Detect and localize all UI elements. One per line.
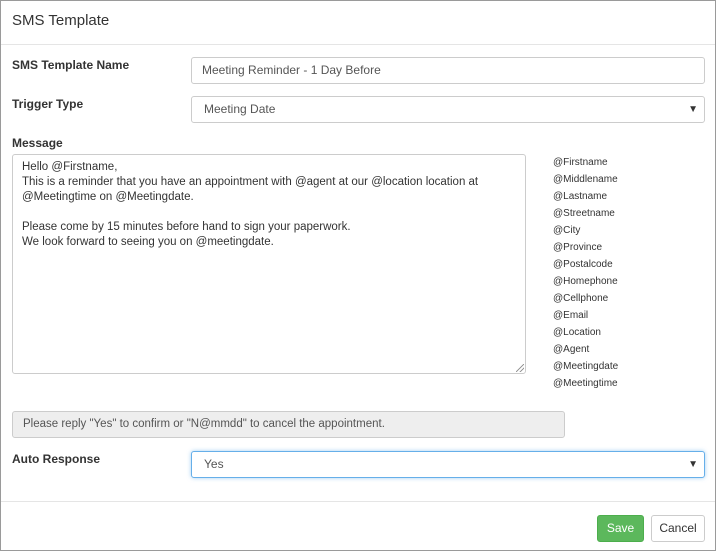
chevron-down-icon: ▼ <box>688 104 698 115</box>
placeholder-item: @Meetingtime <box>553 378 618 389</box>
resize-grip-icon[interactable] <box>516 364 524 372</box>
message-line <box>22 205 516 220</box>
trigger-type-select[interactable]: Meeting Date ▼ <box>191 96 705 123</box>
message-textarea[interactable]: Hello @Firstname, This is a reminder tha… <box>12 154 526 374</box>
message-label: Message <box>12 136 63 150</box>
auto-response-value: Yes <box>204 457 224 471</box>
placeholder-item: @Homephone <box>553 276 618 287</box>
chevron-down-icon: ▼ <box>688 459 698 470</box>
sms-template-dialog: SMS Template SMS Template Name Meeting R… <box>0 0 716 551</box>
placeholder-item: @Middlename <box>553 174 618 185</box>
reply-instructions-field: Please reply "Yes" to confirm or "N@mmdd… <box>12 411 565 438</box>
save-button[interactable]: Save <box>597 515 644 542</box>
trigger-type-label: Trigger Type <box>12 97 84 111</box>
placeholder-list: @Firstname @Middlename @Lastname @Street… <box>553 156 618 394</box>
message-line: @Meetingtime on @Meetingdate. <box>22 191 194 203</box>
placeholder-item: @Email <box>553 310 589 321</box>
placeholder-item: @Postalcode <box>553 259 613 270</box>
auto-response-select[interactable]: Yes ▼ <box>191 451 705 478</box>
message-line: We look forward to seeing you on @meetin… <box>22 236 274 248</box>
placeholder-item: @Province <box>553 242 603 253</box>
placeholder-item: @Lastname <box>553 191 608 202</box>
template-name-input[interactable]: Meeting Reminder - 1 Day Before <box>191 57 705 84</box>
placeholder-item: @Location <box>553 327 601 338</box>
auto-response-label: Auto Response <box>12 452 101 466</box>
placeholder-item: @Firstname <box>553 157 608 168</box>
message-line: Please come by 15 minutes before hand to… <box>22 221 351 233</box>
cancel-button[interactable]: Cancel <box>651 515 705 542</box>
message-line: Hello @Firstname, <box>22 161 118 173</box>
placeholder-item: @Agent <box>553 344 590 355</box>
dialog-header: SMS Template <box>1 1 715 45</box>
placeholder-item: @Meetingdate <box>553 361 619 372</box>
template-name-label: SMS Template Name <box>12 58 130 72</box>
footer-divider <box>1 501 715 502</box>
message-line: This is a reminder that you have an appo… <box>22 176 479 188</box>
placeholder-item: @City <box>553 225 581 236</box>
placeholder-item: @Cellphone <box>553 293 609 304</box>
dialog-title: SMS Template <box>12 12 110 29</box>
trigger-type-value: Meeting Date <box>204 102 276 116</box>
placeholder-item: @Streetname <box>553 208 615 219</box>
